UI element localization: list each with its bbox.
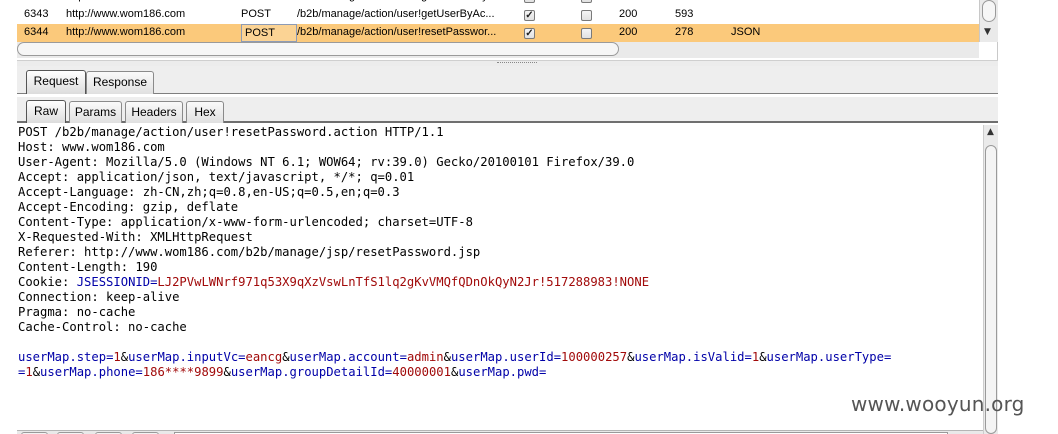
param-separator: & [120, 350, 129, 364]
edited-checkbox[interactable]: ✓ [524, 10, 535, 21]
request-line: POST /b2b/manage/action/user!resetPasswo… [18, 125, 444, 139]
cell-length: 593 [675, 8, 694, 20]
param-value: 1 [113, 350, 121, 364]
scroll-up-arrow-icon[interactable]: ▲ [987, 127, 994, 137]
raw-message-editor[interactable]: POST /b2b/manage/action/user!resetPasswo… [17, 125, 983, 430]
tab-response[interactable]: Response [86, 71, 154, 94]
header-line: X-Requested-With: XMLHttpRequest [18, 230, 253, 244]
cell-method: POST [241, 24, 297, 42]
cell-number: 6342 [24, 0, 64, 2]
cell-url: /b2b/manage/action/user!getUserByAc... [297, 8, 495, 20]
cookie-name: JSESSIONID [76, 275, 151, 289]
param-name: userMap.userType [766, 350, 884, 364]
param-value: eancg [245, 350, 283, 364]
body-param-line: userMap.step=1&userMap.inputVc=eancg&use… [18, 350, 983, 365]
header-line: Connection: keep-alive [18, 290, 180, 304]
param-name: userMap.account [289, 350, 400, 364]
param-separator: & [32, 365, 41, 379]
param-value: admin [406, 350, 444, 364]
watermark-text: www.wooyun.org [851, 392, 1025, 416]
param-value: 186****9899 [142, 365, 224, 379]
cell-status: 200 [619, 26, 638, 38]
edited-checkbox[interactable] [524, 0, 535, 3]
param-separator: & [443, 350, 451, 364]
history-row[interactable]: 6344 http://www.wom186.com POST/b2b/manage… [17, 24, 979, 42]
view-tabs-bar: Raw Params Headers Hex [17, 97, 998, 123]
equals-sign: = [744, 350, 752, 364]
cell-mime-type: JSON [731, 26, 761, 38]
equals-sign: = [539, 365, 547, 379]
equals-sign: = [238, 350, 246, 364]
tab-hex[interactable]: Hex [186, 101, 224, 123]
tab-params[interactable]: Params [69, 101, 122, 123]
param-value: 40000001 [392, 365, 451, 379]
window-right-margin [998, 0, 1058, 434]
cell-number: 6343 [24, 8, 49, 20]
header-line: Cache-Control: no-cache [18, 320, 187, 334]
equals-sign: = [135, 365, 143, 379]
cell-host: http://www.wom186.com [66, 26, 186, 38]
param-separator: & [282, 350, 290, 364]
param-value: 1 [25, 365, 33, 379]
message-vertical-scrollbar[interactable]: ▲ [983, 125, 998, 434]
cell-status: 200 [619, 0, 659, 2]
header-line: User-Agent: Mozilla/5.0 (Windows NT 6.1;… [18, 155, 635, 169]
history-vertical-scrollbar[interactable]: ▼ [979, 0, 998, 42]
cell-host: http://www.wom186.com [66, 0, 236, 2]
history-row[interactable]: 6343 http://www.wom186.com POST/b2b/manage… [17, 6, 979, 24]
param-separator: & [759, 350, 767, 364]
equals-sign: = [553, 350, 562, 364]
cookie-label: Cookie: [18, 275, 77, 289]
param-name: userMap.inputVc [128, 350, 239, 364]
equals-sign: = [883, 350, 892, 364]
scroll-down-arrow-icon[interactable]: ▼ [984, 27, 991, 37]
cell-status: 200 [619, 8, 638, 20]
cell-method: POST [241, 8, 271, 20]
header-line: Content-Type: application/x-www-form-url… [18, 215, 473, 229]
window-left-margin [0, 0, 17, 434]
header-line: Accept-Encoding: gzip, deflate [18, 200, 239, 214]
edited-checkbox[interactable]: ✓ [524, 28, 535, 39]
comment-checkbox[interactable] [581, 28, 592, 39]
cell-method: GET [241, 0, 297, 2]
tab-headers[interactable]: Headers [125, 101, 183, 123]
param-name: userMap.step [18, 350, 107, 364]
header-line: Pragma: no-cache [18, 305, 136, 319]
history-horizontal-scrollbar[interactable] [17, 42, 979, 58]
param-name: userMap.groupDetailId [230, 365, 385, 379]
cell-number: 6344 [24, 26, 49, 38]
cookie-header-line: Cookie: JSESSIONID=LJ2PVwLWNrf971q53X9qX… [18, 275, 983, 290]
param-name: userMap.userId [450, 350, 554, 364]
header-line: Accept-Language: zh-CN,zh;q=0.8,en-US;q=… [18, 185, 400, 199]
param-name: userMap.pwd [458, 365, 540, 379]
cell-length: 278 [675, 26, 694, 38]
tab-raw[interactable]: Raw [26, 100, 66, 123]
history-scroll-thumb[interactable] [982, 0, 996, 22]
header-line: Host: www.wom186.com [18, 140, 165, 154]
tab-request[interactable]: Request [26, 70, 86, 94]
message-tabs-bar: Request Response [17, 66, 998, 94]
header-line: Accept: application/json, text/javascrip… [18, 170, 415, 184]
param-separator: & [223, 365, 231, 379]
cookie-value: LJ2PVwLWNrf971q53X9qXzVswLnTfS1lq2gKvVMQ… [157, 275, 650, 289]
param-name: userMap.isValid [634, 350, 745, 364]
comment-checkbox[interactable] [581, 10, 592, 21]
cell-url: /b2b/manage/action/user!getUserNotify... [297, 0, 497, 2]
history-hscroll-thumb[interactable] [17, 42, 619, 56]
header-line: Referer: http://www.wom186.com/b2b/manag… [18, 245, 481, 259]
body-param-line: =1&userMap.phone=186****9899&userMap.gro… [18, 365, 983, 380]
message-scroll-thumb[interactable] [985, 145, 997, 434]
cell-length: 8 [675, 0, 725, 2]
comment-checkbox[interactable] [581, 0, 592, 3]
param-name: userMap.phone [40, 365, 136, 379]
cell-host: http://www.wom186.com [66, 8, 186, 20]
param-value: 100000257 [561, 350, 628, 364]
header-line: Content-Length: 190 [18, 260, 158, 274]
message-bottom-toolbar [17, 430, 983, 434]
splitter-grip[interactable] [497, 62, 537, 64]
cell-url: /b2b/manage/action/user!resetPasswor... [297, 26, 497, 38]
equals-sign: = [399, 350, 407, 364]
